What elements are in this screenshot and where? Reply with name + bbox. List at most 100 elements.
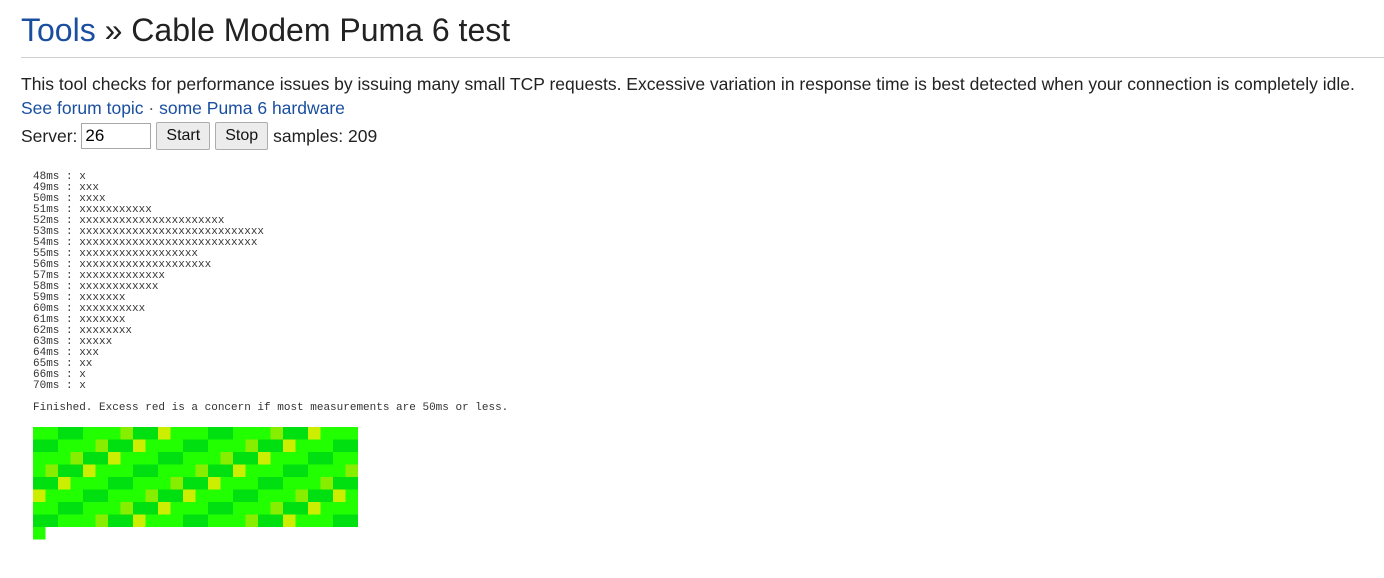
heatmap-cell xyxy=(195,514,208,527)
heatmap-cell xyxy=(145,514,158,527)
heatmap-cell xyxy=(308,427,321,440)
heatmap-cell xyxy=(308,477,321,490)
heatmap-cell xyxy=(258,439,271,452)
heatmap-cell xyxy=(133,464,146,477)
heatmap-cell xyxy=(70,427,83,440)
forum-topic-link[interactable]: See forum topic xyxy=(21,98,144,118)
heatmap-cell xyxy=(158,489,171,502)
heatmap-cell xyxy=(33,527,46,540)
page-header: Tools » Cable Modem Puma 6 test xyxy=(21,0,1384,58)
heatmap-cell xyxy=(108,439,121,452)
heatmap-cell xyxy=(195,439,208,452)
page: Tools » Cable Modem Puma 6 test This too… xyxy=(21,0,1384,151)
stop-button[interactable]: Stop xyxy=(215,122,269,150)
heatmap-cell xyxy=(45,464,58,477)
heatmap-cell xyxy=(320,514,333,527)
heatmap-cell xyxy=(45,489,58,502)
heatmap-cell xyxy=(270,489,283,502)
heatmap-cell xyxy=(133,477,146,490)
heatmap-cell xyxy=(333,502,346,515)
heatmap-cell xyxy=(70,502,83,515)
breadcrumb-separator: » xyxy=(95,12,132,48)
heatmap-cell xyxy=(345,502,358,515)
heatmap-cell xyxy=(345,439,358,452)
heatmap-cell xyxy=(208,489,221,502)
heatmap-cell xyxy=(270,452,283,465)
heatmap-cell xyxy=(333,427,346,440)
heatmap-cell xyxy=(283,464,296,477)
server-label: Server: xyxy=(21,125,78,146)
heatmap-cell xyxy=(108,477,121,490)
heatmap-cell xyxy=(58,514,71,527)
heatmap-cell xyxy=(245,464,258,477)
heatmap-cell xyxy=(233,514,246,527)
page-title: Cable Modem Puma 6 test xyxy=(131,12,511,48)
heatmap-cell xyxy=(33,514,46,527)
heatmap-cell xyxy=(45,439,58,452)
heatmap-cell xyxy=(345,514,358,527)
heatmap-cell xyxy=(83,477,96,490)
heatmap-cell xyxy=(233,427,246,440)
heatmap-cell xyxy=(70,489,83,502)
heatmap-cell xyxy=(220,439,233,452)
heatmap-cell xyxy=(108,514,121,527)
heatmap-cell xyxy=(333,514,346,527)
heatmap-cell xyxy=(95,514,108,527)
heatmap-cell xyxy=(245,439,258,452)
heatmap-cell xyxy=(70,452,83,465)
heatmap-cell xyxy=(308,464,321,477)
heatmap-cell xyxy=(220,452,233,465)
heatmap-cell xyxy=(195,489,208,502)
heatmap-cell xyxy=(58,452,71,465)
heatmap-cell xyxy=(345,452,358,465)
heatmap-cell xyxy=(270,464,283,477)
heatmap-cell xyxy=(258,427,271,440)
heatmap-cell xyxy=(170,502,183,515)
heatmap-cell xyxy=(245,427,258,440)
heatmap-cell xyxy=(333,452,346,465)
heatmap-cell xyxy=(108,489,121,502)
heatmap-cell xyxy=(158,427,171,440)
heatmap-cell xyxy=(83,464,96,477)
tools-link[interactable]: Tools xyxy=(21,12,96,48)
heatmap-cell xyxy=(258,502,271,515)
heatmap-cell xyxy=(158,452,171,465)
server-input[interactable] xyxy=(81,123,152,149)
heatmap-cell xyxy=(295,439,308,452)
heatmap-cell xyxy=(333,477,346,490)
heatmap-cell xyxy=(245,489,258,502)
heatmap-cell xyxy=(258,489,271,502)
heatmap-cell xyxy=(183,502,196,515)
heatmap-cell xyxy=(233,439,246,452)
puma6-hardware-link[interactable]: some Puma 6 hardware xyxy=(159,98,345,118)
heatmap-cell xyxy=(133,514,146,527)
heatmap-cell xyxy=(183,514,196,527)
heatmap-cell xyxy=(208,514,221,527)
heatmap-cell xyxy=(345,477,358,490)
heatmap-cell xyxy=(220,464,233,477)
heatmap-cell xyxy=(233,464,246,477)
heatmap-cell xyxy=(120,427,133,440)
heatmap-cell xyxy=(120,514,133,527)
heatmap-cell xyxy=(33,489,46,502)
heatmap-cell xyxy=(183,489,196,502)
heatmap-cell xyxy=(95,427,108,440)
heatmap-cell xyxy=(33,452,46,465)
heatmap-cell xyxy=(95,477,108,490)
heatmap-cell xyxy=(320,502,333,515)
heatmap-cell xyxy=(283,477,296,490)
heatmap-cell xyxy=(308,489,321,502)
heatmap-cell xyxy=(33,477,46,490)
heatmap-cell xyxy=(45,502,58,515)
heatmap-cell xyxy=(345,464,358,477)
heatmap-cell xyxy=(108,502,121,515)
start-button[interactable]: Start xyxy=(156,122,211,150)
heatmap-cell xyxy=(95,452,108,465)
controls-row: Server: Start Stop samples: 209 xyxy=(21,121,1384,151)
heatmap-cell xyxy=(195,477,208,490)
heatmap-cell xyxy=(170,427,183,440)
heatmap-cell xyxy=(208,439,221,452)
heatmap-cell xyxy=(120,502,133,515)
heatmap-cell xyxy=(320,489,333,502)
heatmap-cell xyxy=(83,452,96,465)
